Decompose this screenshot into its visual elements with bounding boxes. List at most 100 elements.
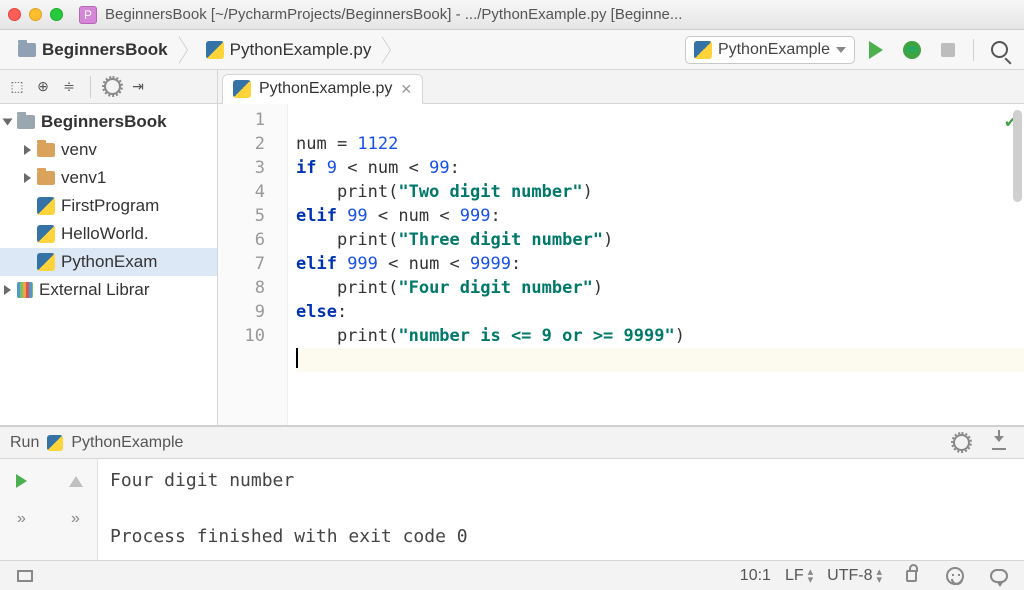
- minimize-window-icon[interactable]: [29, 8, 42, 21]
- chevron-down-icon[interactable]: [3, 119, 13, 126]
- more-left-button[interactable]: »: [7, 505, 37, 533]
- tree-item-pythonexample[interactable]: PythonExam: [0, 248, 217, 276]
- tree-item-venv1[interactable]: venv1: [0, 164, 217, 192]
- run-config-name: PythonExample: [718, 41, 830, 59]
- line-number: 4: [218, 180, 265, 204]
- breadcrumb-file[interactable]: PythonExample.py: [198, 36, 382, 64]
- tree-item-label: FirstProgram: [61, 196, 159, 216]
- editor-scrollbar[interactable]: [1013, 110, 1022, 202]
- editor-area: PythonExample.py ✕ 1 2 3 4 5 6 7 8 9 10 …: [218, 70, 1024, 425]
- arrow-up-icon: [69, 476, 83, 487]
- download-icon: [992, 436, 1006, 450]
- python-file-icon: [694, 41, 712, 59]
- run-header: Run PythonExample: [0, 427, 1024, 459]
- caret-position[interactable]: 10:1: [740, 567, 771, 585]
- app-icon: P: [79, 6, 97, 24]
- inspector-button[interactable]: [940, 562, 970, 590]
- lock-icon: [906, 570, 917, 582]
- speech-bubble-icon: [990, 569, 1008, 583]
- settings-button[interactable]: [103, 78, 121, 96]
- tree-root[interactable]: BeginnersBook: [0, 108, 217, 136]
- text-caret: [296, 348, 298, 368]
- console-line: Four digit number: [110, 470, 294, 491]
- more-right-button[interactable]: »: [61, 505, 91, 533]
- navigation-toolbar: BeginnersBook PythonExample.py PythonExa…: [0, 30, 1024, 70]
- run-button[interactable]: [861, 36, 891, 64]
- hide-button[interactable]: ⇥: [129, 78, 147, 96]
- close-window-icon[interactable]: [8, 8, 21, 21]
- python-file-icon: [37, 253, 55, 271]
- chevron-right-icon[interactable]: [24, 145, 31, 155]
- line-number: 3: [218, 156, 265, 180]
- window-titlebar: P BeginnersBook [~/PycharmProjects/Begin…: [0, 0, 1024, 30]
- run-tool-window: Run PythonExample » » Four digit number …: [0, 426, 1024, 560]
- line-separator-selector[interactable]: LF▴▾: [785, 567, 813, 585]
- bug-icon: [903, 41, 921, 59]
- search-icon: [991, 41, 1008, 58]
- tree-item-firstprogram[interactable]: FirstProgram: [0, 192, 217, 220]
- tree-item-helloworld[interactable]: HelloWorld.: [0, 220, 217, 248]
- breadcrumb-project-label: BeginnersBook: [42, 40, 168, 60]
- line-number: 2: [218, 132, 265, 156]
- line-number: 6: [218, 228, 265, 252]
- hector-icon: [946, 567, 964, 585]
- breadcrumb-project[interactable]: BeginnersBook: [10, 36, 178, 64]
- tree-item-label: PythonExam: [61, 252, 157, 272]
- line-number: 5: [218, 204, 265, 228]
- folder-icon: [18, 43, 36, 57]
- folder-icon: [17, 115, 35, 129]
- python-file-icon: [37, 225, 55, 243]
- run-settings-button[interactable]: [946, 429, 976, 457]
- tree-external-libraries[interactable]: External Librar: [0, 276, 217, 304]
- line-number: 8: [218, 276, 265, 300]
- readonly-toggle[interactable]: [896, 562, 926, 590]
- folder-icon: [37, 171, 55, 185]
- library-icon: [17, 282, 33, 298]
- window-title: BeginnersBook [~/PycharmProjects/Beginne…: [105, 6, 1016, 23]
- chevron-right-icon[interactable]: [4, 285, 11, 295]
- scroll-from-source-button[interactable]: ⬚: [8, 78, 26, 96]
- tree-item-label: HelloWorld.: [61, 224, 149, 244]
- collapse-all-button[interactable]: ⊕: [34, 78, 52, 96]
- tree-root-label: BeginnersBook: [41, 112, 167, 132]
- run-config-selector[interactable]: PythonExample: [685, 36, 855, 64]
- gear-icon: [953, 434, 970, 451]
- python-file-icon: [47, 435, 63, 451]
- encoding-selector[interactable]: UTF-8▴▾: [827, 567, 882, 585]
- project-toolbar: ⬚ ⊕ ≑ ⇥: [0, 70, 217, 104]
- feedback-button[interactable]: [984, 562, 1014, 590]
- chevron-right-icon[interactable]: [24, 173, 31, 183]
- code-editor[interactable]: 1 2 3 4 5 6 7 8 9 10 num = 1122if 9 < nu…: [218, 104, 1024, 425]
- rerun-button[interactable]: [7, 467, 37, 495]
- expand-all-button[interactable]: ≑: [60, 78, 78, 96]
- separator: [973, 39, 974, 61]
- traffic-lights: [8, 8, 63, 21]
- stop-button[interactable]: [933, 36, 963, 64]
- tree-item-label: External Librar: [39, 280, 150, 300]
- tree-item-venv[interactable]: venv: [0, 136, 217, 164]
- editor-tabs: PythonExample.py ✕: [218, 70, 1024, 104]
- project-tree[interactable]: BeginnersBook venv venv1 FirstProgram He: [0, 104, 217, 425]
- play-icon: [16, 474, 27, 488]
- run-config-name: PythonExample: [71, 434, 183, 452]
- status-bar: 10:1 LF▴▾ UTF-8▴▾: [0, 560, 1024, 590]
- download-button[interactable]: [984, 429, 1014, 457]
- run-left-toolbar: » »: [0, 459, 98, 560]
- gear-icon: [104, 78, 121, 95]
- python-file-icon: [206, 41, 224, 59]
- debug-button[interactable]: [897, 36, 927, 64]
- editor-tab-label: PythonExample.py: [259, 80, 392, 98]
- main-content: ⬚ ⊕ ≑ ⇥ BeginnersBook venv venv1: [0, 70, 1024, 426]
- tree-item-label: venv1: [61, 168, 106, 188]
- up-stack-button[interactable]: [61, 467, 91, 495]
- close-tab-icon[interactable]: ✕: [400, 81, 412, 98]
- search-everywhere-button[interactable]: [984, 36, 1014, 64]
- run-label: Run: [10, 434, 39, 452]
- toggle-tool-windows-button[interactable]: [10, 562, 40, 590]
- breadcrumb-file-label: PythonExample.py: [230, 40, 372, 60]
- console-output[interactable]: Four digit number Process finished with …: [98, 459, 1024, 560]
- code-content[interactable]: num = 1122if 9 < num < 99: print("Two di…: [288, 104, 1024, 425]
- zoom-window-icon[interactable]: [50, 8, 63, 21]
- layout-icon: [17, 570, 33, 582]
- editor-tab-pythonexample[interactable]: PythonExample.py ✕: [222, 74, 423, 104]
